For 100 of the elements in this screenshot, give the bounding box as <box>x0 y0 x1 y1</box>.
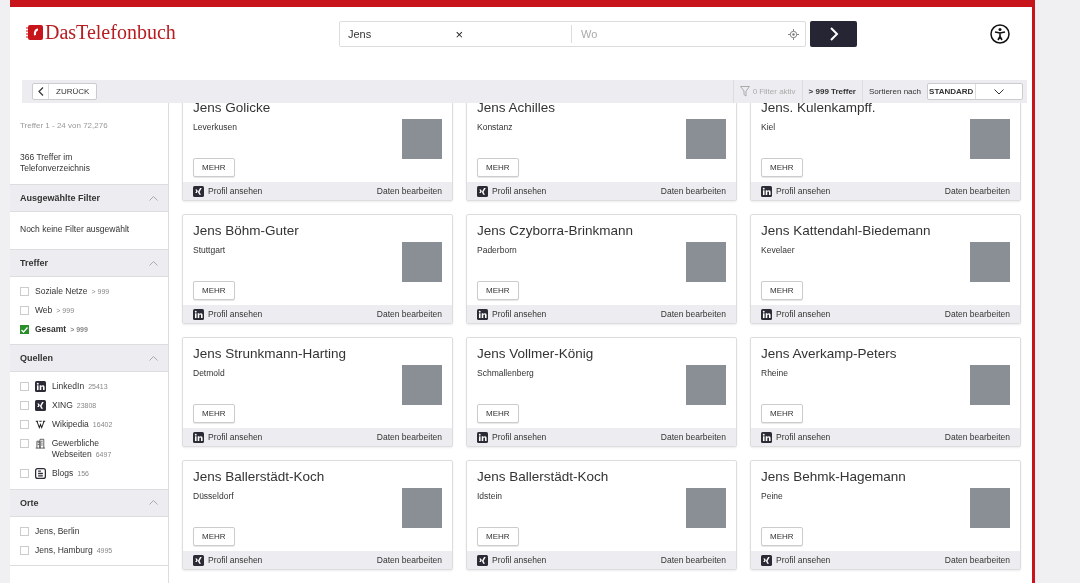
profile-link[interactable]: Profil ansehen <box>492 555 547 565</box>
city-label: Kevelaer <box>761 245 796 255</box>
accessibility-icon[interactable] <box>990 24 1010 44</box>
chevron-left-icon <box>37 87 44 96</box>
linkedin-icon <box>477 308 488 320</box>
person-name[interactable]: Jens Golicke <box>193 103 402 115</box>
profile-link[interactable]: Profil ansehen <box>492 309 547 319</box>
checkbox[interactable] <box>20 306 29 316</box>
checkbox[interactable] <box>20 420 29 430</box>
section-header[interactable]: Treffer <box>10 250 168 278</box>
edit-link[interactable]: Daten bearbeiten <box>944 186 1010 196</box>
filter-option[interactable]: Jens, Berlin <box>35 525 80 537</box>
city-label: Stuttgart <box>193 245 227 255</box>
more-button[interactable]: MEHR <box>477 527 519 546</box>
more-button[interactable]: MEHR <box>477 158 519 177</box>
city-label: Peine <box>761 491 784 501</box>
hit-count: > 999 Treffer <box>802 80 863 103</box>
wikipedia-icon <box>35 419 46 431</box>
city-label: Düsseldorf <box>193 491 235 501</box>
linkedin-icon <box>477 431 488 443</box>
edit-link[interactable]: Daten bearbeiten <box>660 555 726 565</box>
linkedin-icon <box>193 431 204 443</box>
more-button[interactable]: MEHR <box>477 404 519 423</box>
more-button[interactable]: MEHR <box>193 404 235 423</box>
xing-icon <box>477 554 488 566</box>
person-name[interactable]: Jens Averkamp-Peters <box>761 346 970 361</box>
edit-link[interactable]: Daten bearbeiten <box>376 555 442 565</box>
profile-link[interactable]: Profil ansehen <box>776 309 831 319</box>
person-name[interactable]: Jens Czyborra-Brinkmann <box>477 223 686 238</box>
city-label: Konstanz <box>477 122 514 132</box>
profile-link[interactable]: Profil ansehen <box>208 186 263 196</box>
profile-link[interactable]: Profil ansehen <box>208 432 263 442</box>
clear-button[interactable]: × <box>455 26 563 42</box>
chevron-right-icon <box>828 27 839 41</box>
person-name[interactable]: Jens. Kulenkampff. <box>761 103 970 115</box>
edit-link[interactable]: Daten bearbeiten <box>376 309 442 319</box>
checkbox[interactable] <box>20 526 29 536</box>
checkbox[interactable] <box>20 401 29 411</box>
edit-link[interactable]: Daten bearbeiten <box>660 186 726 196</box>
more-button[interactable]: MEHR <box>761 404 803 423</box>
phone-book-logo-icon <box>26 25 43 40</box>
profile-link[interactable]: Profil ansehen <box>776 186 831 196</box>
filter-icon <box>739 86 751 97</box>
person-name[interactable]: Jens Böhm-Guter <box>193 223 402 238</box>
person-name[interactable]: Jens Kattendahl-Biedemann <box>761 223 970 238</box>
photo-placeholder <box>970 365 1010 405</box>
more-button[interactable]: MEHR <box>761 527 803 546</box>
filter-status: Filter aktiv <box>759 87 796 96</box>
search-button[interactable] <box>810 21 857 47</box>
profile-link[interactable]: Profil ansehen <box>492 186 547 196</box>
checkbox[interactable] <box>20 382 29 392</box>
person-name[interactable]: Jens Ballerstädt-Koch <box>193 469 402 484</box>
edit-link[interactable]: Daten bearbeiten <box>376 186 442 196</box>
search-field[interactable]: Jens × <box>340 25 572 43</box>
locate-icon[interactable] <box>788 28 799 40</box>
more-button[interactable]: MEHR <box>193 281 235 300</box>
section-header[interactable]: Ausgewählte Filter <box>10 185 168 213</box>
profile-link[interactable]: Profil ansehen <box>492 432 547 442</box>
edit-link[interactable]: Daten bearbeiten <box>376 432 442 442</box>
edit-link[interactable]: Daten bearbeiten <box>660 309 726 319</box>
edit-link[interactable]: Daten bearbeiten <box>944 555 1010 565</box>
city-label: Paderborn <box>477 245 518 255</box>
section-header[interactable]: Quellen <box>10 345 168 373</box>
linkedin-icon <box>761 431 772 443</box>
person-name[interactable]: Jens Ballerstädt-Koch <box>477 469 686 484</box>
profile-link[interactable]: Profil ansehen <box>776 432 831 442</box>
xing-icon <box>193 554 204 566</box>
city-label: Kiel <box>761 122 777 132</box>
person-name[interactable]: Jens Achilles <box>477 103 686 115</box>
checkbox[interactable] <box>20 325 29 335</box>
checkbox[interactable] <box>20 469 29 479</box>
more-button[interactable]: MEHR <box>761 158 803 177</box>
photo-placeholder <box>970 488 1010 528</box>
edit-link[interactable]: Daten bearbeiten <box>660 432 726 442</box>
linkedin-icon <box>193 308 204 320</box>
profile-link[interactable]: Profil ansehen <box>208 555 263 565</box>
person-name[interactable]: Jens Strunkmann-Harting <box>193 346 402 361</box>
city-label: Rheine <box>761 368 789 378</box>
more-button[interactable]: MEHR <box>477 281 519 300</box>
edit-link[interactable]: Daten bearbeiten <box>944 309 1010 319</box>
sort-dropdown[interactable]: STANDARD <box>927 83 1023 100</box>
checkbox[interactable] <box>20 439 29 449</box>
more-button[interactable]: MEHR <box>193 527 235 546</box>
person-name[interactable]: Jens Behmk-Hagemann <box>761 469 970 484</box>
back-button[interactable]: ZURÜCK <box>32 83 98 100</box>
building-icon <box>35 438 46 450</box>
edit-link[interactable]: Daten bearbeiten <box>944 432 1010 442</box>
profile-link[interactable]: Profil ansehen <box>776 555 831 565</box>
checkbox[interactable] <box>20 287 29 297</box>
person-name[interactable]: Jens Vollmer-König <box>477 346 686 361</box>
checkbox[interactable] <box>20 545 29 555</box>
sort-label: Sortieren nach <box>867 87 922 96</box>
linkedin-icon <box>761 185 772 197</box>
logo-text[interactable]: DasTelefonbuch <box>45 21 176 44</box>
more-button[interactable]: MEHR <box>193 158 235 177</box>
more-button[interactable]: MEHR <box>761 281 803 300</box>
section-header[interactable]: Orte <box>10 489 168 517</box>
profile-link[interactable]: Profil ansehen <box>208 309 263 319</box>
linkedin-icon <box>35 381 46 393</box>
city-label: Schmallenberg <box>477 368 535 378</box>
